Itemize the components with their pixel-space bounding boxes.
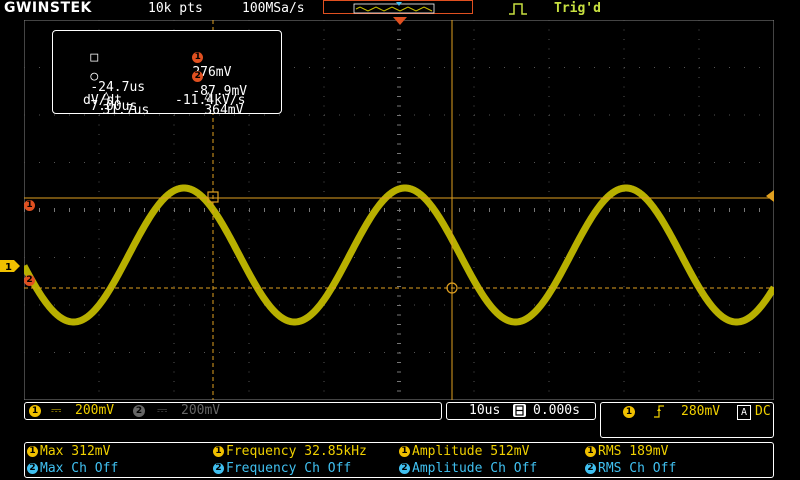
meas-ch2-rms: 2 RMS Ch Off: [585, 461, 676, 476]
record-length: 10k pts: [148, 1, 203, 16]
time-position: 0.000s: [533, 403, 580, 418]
top-status-bar: GWINSTEK 10k pts 100MSa/s Trig'd: [0, 0, 800, 18]
trigger-status-panel[interactable]: 1 280mV A DC: [600, 402, 774, 438]
ch2-dc-coupling-icon: ⎓: [157, 403, 168, 418]
sample-rate: 100MSa/s: [242, 1, 305, 16]
horizontal-position-icon: [513, 404, 526, 417]
dc-coupling-icon: ⎓: [51, 403, 62, 418]
trigger-status: Trig'd: [554, 1, 601, 16]
measurement-panel: 1 Max 312mV 1 Frequency 32.85kHz 1 Amplitud…: [24, 442, 774, 478]
meas-ch1-amplitude: 1 Amplitude 512mV: [399, 444, 529, 459]
timebase-status[interactable]: 10us 0.000s: [446, 402, 596, 420]
h-cursor-2-marker: 2: [24, 275, 35, 286]
meas-ch1-frequency: 1 Frequency 32.85kHz: [213, 444, 367, 459]
meas-ch1-max: 1 Max 312mV: [27, 444, 110, 459]
dvdt-label: dV/dt: [83, 93, 123, 108]
trigger-coupling: DC: [755, 404, 771, 419]
brand-logo: GWINSTEK: [4, 0, 92, 16]
ch1-scale: 200mV: [75, 403, 115, 418]
meas-ch2-amplitude: 2 Amplitude Ch Off: [399, 461, 537, 476]
channel-status-bar[interactable]: 1 ⎓ 200mV 2 ⎓ 200mV: [24, 402, 442, 420]
meas-ch1-rms: 1 RMS 189mV: [585, 444, 668, 459]
time-scale: 10us: [469, 403, 501, 418]
ch1-ground-marker[interactable]: 1: [0, 260, 20, 272]
ch2-scale: 200mV: [181, 403, 221, 418]
trigger-level-icon: [766, 190, 774, 202]
trigger-level: 280mV: [681, 404, 721, 419]
trigger-position-icon: [393, 17, 407, 25]
trigger-slope-icon: [653, 404, 665, 422]
cursor-readout-panel: □ -24.7us 1 276mV ○ 7.00us 2 -87.9mV △ 3…: [52, 30, 282, 118]
ch1-badge[interactable]: 1: [29, 405, 41, 417]
rising-edge-icon: [508, 1, 528, 15]
meas-ch2-frequency: 2 Frequency Ch Off: [213, 461, 351, 476]
memory-map-bar: [323, 0, 473, 14]
memory-waveform-icon: [353, 2, 435, 14]
svg-text:1: 1: [5, 262, 12, 272]
ch2-badge[interactable]: 2: [133, 405, 145, 417]
trigger-source-badge: 1: [623, 406, 635, 418]
meas-ch2-max: 2 Max Ch Off: [27, 461, 118, 476]
h-cursor-1-marker: 1: [24, 200, 35, 211]
trigger-mode-box: A: [737, 405, 751, 420]
dvdt-value: -11.4kV/s: [175, 93, 246, 108]
